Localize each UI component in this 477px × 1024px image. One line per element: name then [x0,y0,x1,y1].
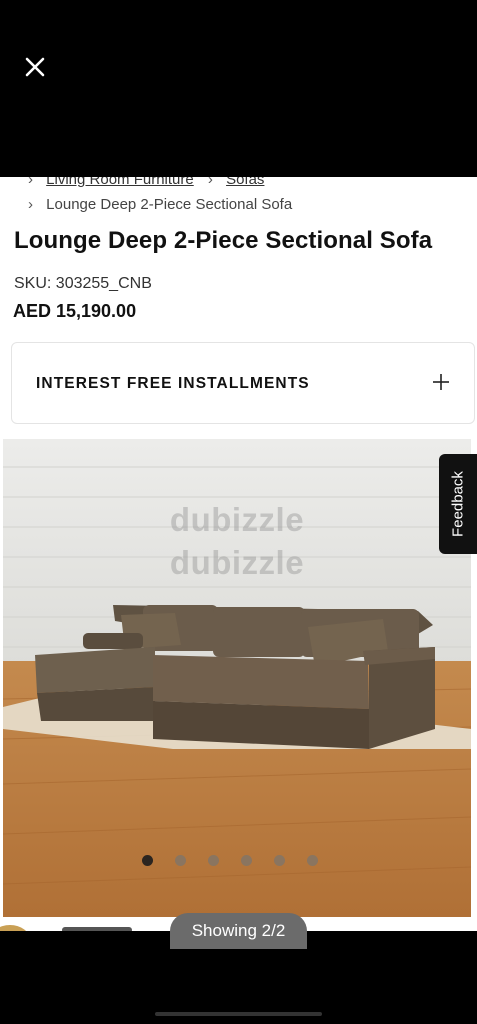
seller-name-peek [62,927,132,931]
breadcrumb-current-label: Lounge Deep 2-Piece Sectional Sofa [46,196,293,213]
breadcrumb-link-living-room[interactable]: Living Room Furniture [46,177,194,188]
close-button[interactable] [20,52,50,82]
carousel-dot[interactable] [208,855,219,866]
plus-icon [433,374,449,390]
product-page-screenshot: › Living Room Furniture › Sofas › Lounge… [0,177,477,931]
chevron-right-icon: › [28,177,33,188]
watermark: dubizzle [169,544,305,581]
feedback-button[interactable]: Feedback [439,454,477,554]
installments-label: INTEREST FREE INSTALLMENTS [36,375,310,392]
chevron-right-icon: › [207,177,213,188]
product-price: AED 15,190.00 [13,301,137,321]
product-image[interactable]: dubizzle dubizzle [3,439,471,917]
image-counter: Showing 2/2 [170,913,307,949]
carousel-dot[interactable] [241,855,252,866]
carousel-dot[interactable] [307,855,318,866]
chevron-right-icon: › [28,196,33,213]
installments-accordion[interactable]: INTEREST FREE INSTALLMENTS [11,342,475,424]
breadcrumb: › Living Room Furniture › Sofas [28,177,264,188]
breadcrumb-link-sofas[interactable]: Sofas [226,177,264,188]
carousel-dots [0,855,477,869]
carousel-dot[interactable] [274,855,285,866]
close-icon [25,57,45,77]
breadcrumb-current: › Lounge Deep 2-Piece Sectional Sofa [28,196,292,213]
watermark: dubizzle [169,501,305,538]
product-title: Lounge Deep 2-Piece Sectional Sofa [14,227,433,254]
carousel-dot[interactable] [175,855,186,866]
seller-logo [0,925,30,931]
feedback-label: Feedback [449,471,467,537]
image-viewer: › Living Room Furniture › Sofas › Lounge… [0,0,477,1024]
home-indicator[interactable] [155,1012,322,1016]
carousel-dot[interactable] [142,855,153,866]
image-counter-label: Showing 2/2 [191,921,286,940]
product-sku: SKU: 303255_CNB [14,275,152,292]
